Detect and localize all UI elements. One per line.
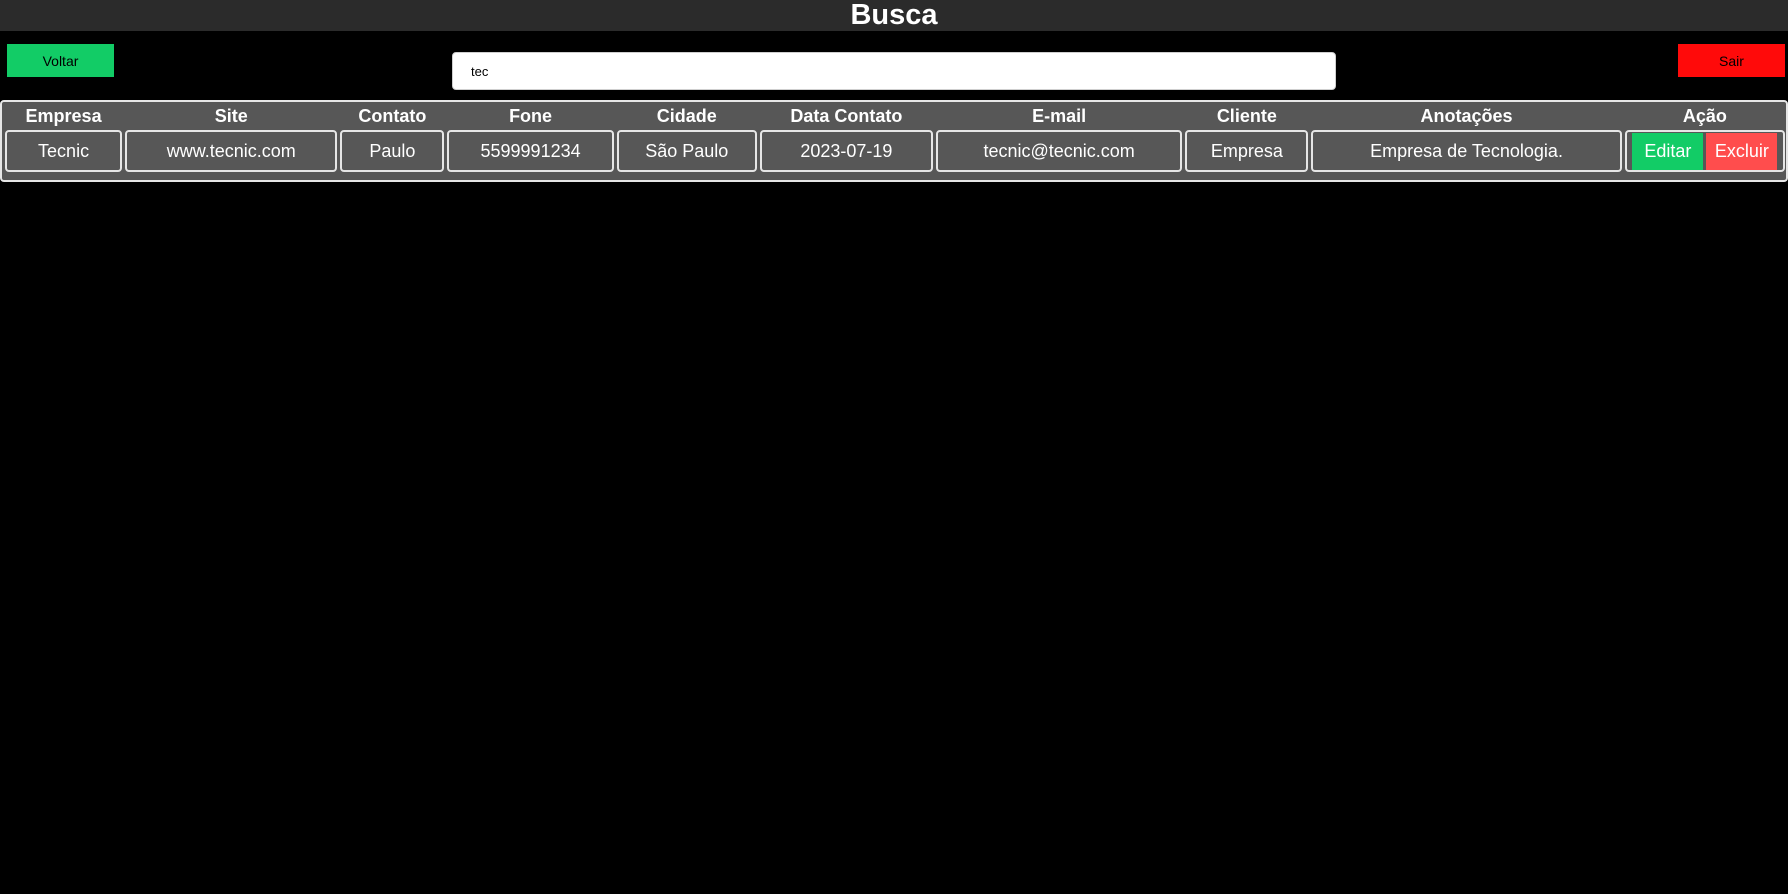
cell-site: www.tecnic.com [125,130,338,172]
header-fone: Fone [509,105,553,126]
title-bar: Busca [0,0,1788,31]
results-table-container: Empresa Site Contato Fone Cidade Data Co… [0,100,1788,182]
cell-cliente: Empresa [1185,130,1309,172]
header-cidade: Cidade [656,105,717,126]
table-header-row: Empresa Site Contato Fone Cidade Data Co… [5,104,1785,128]
header-anotacoes: Anotações [1420,105,1513,126]
cell-email: tecnic@tecnic.com [936,130,1183,172]
cell-cidade: São Paulo [616,130,757,172]
back-button[interactable]: Voltar [7,44,114,77]
header-empresa: Empresa [25,105,102,126]
header-data-contato: Data Contato [790,105,903,126]
search-input[interactable] [452,52,1336,90]
cell-fone: 5599991234 [447,130,614,172]
exit-button[interactable]: Sair [1678,44,1785,77]
delete-button[interactable]: Excluir [1706,132,1778,170]
header-cliente: Cliente [1216,105,1277,126]
header-contato: Contato [358,105,427,126]
cell-data-contato: 2023-07-19 [759,130,933,172]
results-table: Empresa Site Contato Fone Cidade Data Co… [2,102,1788,174]
header-email: E-mail [1032,105,1087,126]
header-acao: Ação [1682,105,1727,126]
table-row: Tecnic www.tecnic.com Paulo 5599991234 S… [5,130,1785,172]
edit-button[interactable]: Editar [1632,132,1704,170]
page-title: Busca [850,0,938,31]
cell-empresa: Tecnic [5,130,123,172]
header-site: Site [214,105,248,126]
cell-anotacoes: Empresa de Tecnologia. [1311,130,1622,172]
cell-contato: Paulo [340,130,445,172]
cell-acao: Editar Excluir [1624,130,1785,172]
